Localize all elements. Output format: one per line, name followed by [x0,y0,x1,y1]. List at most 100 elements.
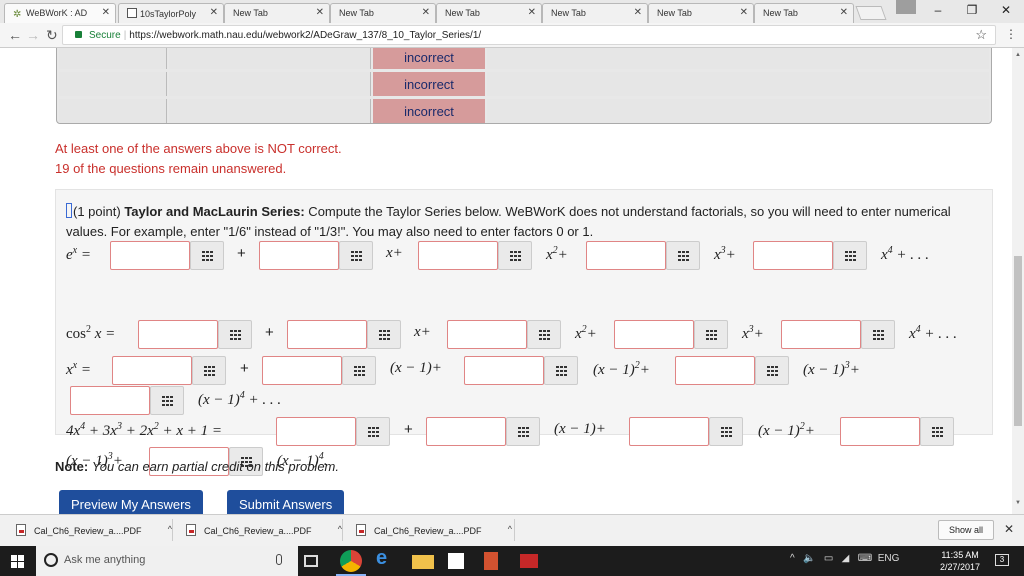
equation-editor-icon[interactable] [356,417,390,446]
tab-new-5[interactable]: New Tab ✕ [648,3,754,23]
keyboard-icon[interactable]: ⌨ [858,553,872,564]
chevron-up-icon[interactable]: ^ [508,524,512,534]
minimize-icon[interactable]: – [928,3,948,17]
mail-app-icon[interactable] [520,554,538,568]
show-all-button[interactable]: Show all [938,520,994,540]
answer-input[interactable] [259,241,339,270]
address-bar[interactable]: Secure | https://webwork.math.nau.edu/webw… [62,25,996,45]
browser-menu-icon[interactable]: ⋮ [1005,27,1017,41]
equation-editor-icon[interactable] [506,417,540,446]
answer-input[interactable] [586,241,666,270]
download-item[interactable]: Cal_Ch6_Review_a....PDF ^ [182,521,342,541]
tab-close-icon[interactable]: ✕ [316,7,324,18]
edge-icon[interactable]: e [376,547,398,569]
answer-input[interactable] [262,356,342,385]
bookmark-star-icon[interactable]: ☆ [975,27,987,43]
battery-icon[interactable]: ▭ [824,553,833,564]
equation-editor-icon[interactable] [920,417,954,446]
equation-editor-icon[interactable] [339,241,373,270]
answer-input[interactable] [110,241,190,270]
file-explorer-icon[interactable] [412,555,434,569]
tab-close-icon[interactable]: ✕ [422,7,430,18]
submit-answers-button[interactable]: Submit Answers [227,490,345,514]
close-icon[interactable]: ✕ [1004,522,1014,536]
scroll-up-icon[interactable]: ▲ [1015,52,1021,58]
profile-icon[interactable] [896,0,916,14]
page-scrollbar[interactable]: ▲ ▼ [1012,48,1024,514]
download-item[interactable]: Cal_Ch6_Review_a....PDF ^ [352,521,512,541]
answer-input[interactable] [287,320,367,349]
tab-close-icon[interactable]: ✕ [210,7,218,18]
tab-new-3[interactable]: New Tab ✕ [436,3,542,23]
tab-close-icon[interactable]: ✕ [840,7,848,18]
equation-editor-icon[interactable] [666,241,700,270]
equation-editor-icon[interactable] [190,241,224,270]
scroll-thumb[interactable] [1014,256,1022,426]
equation-editor-icon[interactable] [709,417,743,446]
wifi-icon[interactable]: ◢ [842,553,850,564]
task-view-icon[interactable] [304,555,318,567]
tab-close-icon[interactable]: ✕ [528,7,536,18]
equation-editor-icon[interactable] [544,356,578,385]
microphone-icon[interactable] [276,554,282,565]
answer-input[interactable] [418,241,498,270]
answer-input[interactable] [112,356,192,385]
reload-icon[interactable]: ↻ [46,27,58,44]
powerpoint-icon[interactable] [484,552,498,570]
answer-input[interactable] [614,320,694,349]
answer-input[interactable] [70,386,150,415]
chevron-up-icon[interactable]: ^ [790,553,795,564]
download-item[interactable]: Cal_Ch6_Review_a....PDF ^ [12,521,172,541]
equation-editor-icon[interactable] [833,241,867,270]
clock[interactable]: 11:35 AM 2/27/2017 [940,549,980,573]
answer-input[interactable] [781,320,861,349]
preview-answers-button[interactable]: Preview My Answers [59,490,203,514]
xm1-4-tail-label: (x − 1)4 + . . . [198,390,281,409]
answer-input[interactable] [276,417,356,446]
equation-editor-icon[interactable] [192,356,226,385]
equation-editor-icon[interactable] [367,320,401,349]
equation-editor-icon[interactable] [342,356,376,385]
tab-taylor-poly[interactable]: 10sTaylorPoly ✕ [118,3,224,23]
equation-editor-icon[interactable] [694,320,728,349]
restore-icon[interactable]: ❐ [962,3,982,17]
answer-input[interactable] [138,320,218,349]
answer-input[interactable] [753,241,833,270]
equation-editor-icon[interactable] [861,320,895,349]
tab-new-2[interactable]: New Tab ✕ [330,3,436,23]
answer-input[interactable] [447,320,527,349]
tab-close-icon[interactable]: ✕ [740,7,748,18]
result-status: incorrect [373,48,485,69]
equation-editor-icon[interactable] [498,241,532,270]
equation-editor-icon[interactable] [150,386,184,415]
x-var: x [94,326,102,342]
answer-input[interactable] [675,356,755,385]
tab-close-icon[interactable]: ✕ [102,7,110,18]
answer-input[interactable] [426,417,506,446]
store-icon[interactable] [448,553,464,569]
forward-arrow-icon[interactable]: → [26,27,40,43]
tab-webwork[interactable]: ✲ WeBWorK : AD ✕ [4,3,116,23]
x-plus-label: x+ [386,245,403,261]
language-indicator[interactable]: ENG [878,553,900,564]
tab-close-icon[interactable]: ✕ [634,7,642,18]
chrome-icon[interactable] [336,550,366,576]
equation-editor-icon[interactable] [218,320,252,349]
new-tab-button[interactable] [855,6,887,20]
equation-editor-icon[interactable] [527,320,561,349]
tab-new-1[interactable]: New Tab ✕ [224,3,330,23]
window-close-icon[interactable]: ✕ [996,3,1016,17]
tab-new-6[interactable]: New Tab ✕ [754,3,854,23]
tab-new-4[interactable]: New Tab ✕ [542,3,648,23]
system-tray[interactable]: ^ 🔈 ▭ ◢ ⌨ ENG [790,553,899,564]
scroll-down-icon[interactable]: ▼ [1015,500,1021,506]
windows-start-icon[interactable] [11,555,24,568]
back-arrow-icon[interactable]: ← [8,27,22,43]
answer-input[interactable] [629,417,709,446]
volume-icon[interactable]: 🔈 [803,553,815,564]
answer-input[interactable] [464,356,544,385]
notification-center-icon[interactable]: 3 [995,554,1009,566]
answer-input[interactable] [840,417,920,446]
equation-editor-icon[interactable] [755,356,789,385]
cortana-search-box[interactable]: Ask me anything [36,546,298,576]
